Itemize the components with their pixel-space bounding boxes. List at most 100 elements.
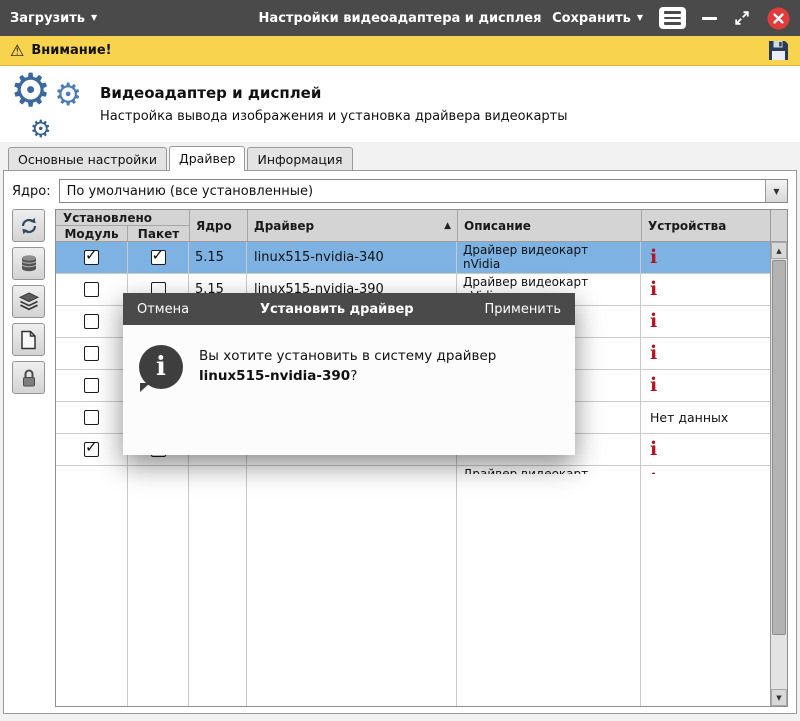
table-empty-area (56, 474, 770, 706)
tab-driver[interactable]: Драйвер (169, 146, 245, 171)
load-menu-label: Загрузить (10, 11, 85, 26)
minimize-button[interactable] (702, 17, 717, 20)
column-devices[interactable]: Устройства (642, 210, 770, 241)
device-info-icon[interactable]: i (650, 344, 657, 363)
column-module[interactable]: Модуль (56, 226, 128, 241)
layers-button[interactable] (12, 285, 45, 318)
table-header: Установлено Модуль Пакет Ядро Драйвер ▲ … (56, 210, 770, 242)
lock-icon (20, 368, 38, 388)
info-bubble-icon: i (139, 345, 183, 389)
chevron-down-icon: ▼ (765, 180, 787, 202)
scroll-up-button[interactable]: ▲ (771, 242, 787, 259)
devices-cell: i (641, 306, 770, 337)
page-title: Видеоадаптер и дисплей (100, 84, 568, 102)
tab-information[interactable]: Информация (247, 147, 352, 170)
app-window: Настройки видеоадаптера и дисплея Загруз… (0, 0, 800, 721)
column-description[interactable]: Описание (458, 210, 642, 241)
document-button[interactable] (12, 323, 45, 356)
device-info-icon[interactable]: i (650, 312, 657, 331)
save-menu-button[interactable]: Сохранить ▼ (552, 11, 643, 26)
scrollbar-header-cap (771, 210, 787, 242)
module-checkbox[interactable] (84, 442, 99, 457)
floppy-disk-icon (767, 39, 790, 62)
column-driver[interactable]: Драйвер ▲ (248, 210, 458, 241)
package-checkbox[interactable] (151, 250, 166, 265)
scrollbar-track[interactable] (771, 636, 787, 689)
devices-cell: i (641, 242, 770, 273)
refresh-icon (19, 216, 39, 236)
description-cell: Драйвер видеокарт nVidia (457, 466, 641, 474)
gears-icon: ⚙ ⚙ ⚙ (10, 71, 84, 137)
save-changes-button[interactable] (767, 39, 790, 62)
kernel-select-label: Ядро: (12, 184, 51, 199)
module-checkbox[interactable] (84, 250, 99, 265)
page-header: ⚙ ⚙ ⚙ Видеоадаптер и дисплей Настройка в… (0, 66, 800, 142)
side-toolbar (12, 209, 46, 707)
driver-cell: linux61-nvidia-390 (247, 466, 457, 474)
devices-cell: i (641, 274, 770, 305)
devices-cell: i (641, 466, 770, 474)
sort-ascending-icon: ▲ (444, 221, 451, 231)
dialog-message: Вы хотите установить в систему драйвер l… (199, 345, 551, 435)
module-checkbox[interactable] (84, 282, 99, 297)
warning-bar: ⚠ Внимание! (0, 36, 800, 66)
tab-bar: Основные настройки Драйвер Информация (0, 146, 800, 170)
devices-cell: i (641, 338, 770, 369)
dialog-cancel-button[interactable]: Отмена (137, 302, 189, 317)
dialog-header: Отмена Установить драйвер Применить (123, 293, 575, 325)
table-row[interactable]: 5.15 linux515-nvidia-340 Драйвер видеока… (56, 242, 770, 274)
device-info-icon[interactable]: i (650, 376, 657, 395)
kernel-cell: 6.1 (189, 466, 247, 474)
lock-button[interactable] (12, 361, 45, 394)
hamburger-menu-button[interactable] (659, 7, 686, 29)
close-button[interactable] (767, 7, 790, 30)
module-checkbox[interactable] (84, 314, 99, 329)
dialog-title: Установить драйвер (189, 302, 484, 317)
warning-text: Внимание! (31, 43, 111, 58)
devices-cell: i (641, 370, 770, 401)
install-driver-dialog: Отмена Установить драйвер Применить i Вы… (123, 293, 575, 455)
devices-cell: Нет данных (641, 402, 770, 433)
scroll-down-button[interactable]: ▼ (771, 689, 787, 706)
kernel-select-value: По умолчанию (все установленные) (67, 184, 313, 199)
drivers-table: Установлено Модуль Пакет Ядро Драйвер ▲ … (55, 209, 788, 707)
column-package[interactable]: Пакет (128, 226, 189, 241)
device-info-icon[interactable]: i (650, 248, 657, 267)
document-icon (20, 330, 37, 350)
vertical-scrollbar[interactable]: ▲ ▼ (770, 210, 787, 706)
module-checkbox[interactable] (84, 410, 99, 425)
save-menu-label: Сохранить (552, 11, 631, 26)
database-button[interactable] (12, 247, 45, 280)
chevron-down-icon: ▼ (637, 14, 643, 22)
dialog-body: i Вы хотите установить в систему драйвер… (123, 325, 575, 455)
maximize-button[interactable] (733, 9, 751, 27)
driver-cell: linux515-nvidia-340 (247, 242, 457, 273)
device-info-icon[interactable]: i (650, 280, 657, 299)
refresh-button[interactable] (12, 209, 45, 242)
module-checkbox[interactable] (84, 346, 99, 361)
hamburger-icon (664, 11, 681, 14)
close-icon (767, 7, 790, 30)
layers-icon (19, 292, 39, 311)
devices-cell: i (641, 434, 770, 465)
database-icon (20, 254, 38, 274)
module-checkbox[interactable] (84, 378, 99, 393)
titlebar: Настройки видеоадаптера и дисплея Загруз… (0, 0, 800, 36)
column-installed[interactable]: Установлено (56, 210, 189, 226)
scroll-down-icon: ▼ (776, 694, 781, 702)
description-cell: Драйвер видеокарт nVidia (457, 242, 641, 273)
scroll-up-icon: ▲ (776, 247, 781, 255)
scrollbar-thumb[interactable] (772, 260, 786, 635)
warning-icon: ⚠ (10, 43, 24, 59)
table-row[interactable]: 6.1 linux61-nvidia-390 Драйвер видеокарт… (56, 466, 770, 474)
load-menu-button[interactable]: Загрузить ▼ (10, 11, 97, 26)
tab-main-settings[interactable]: Основные настройки (8, 147, 167, 170)
kernel-select[interactable]: По умолчанию (все установленные) ▼ (59, 179, 788, 203)
dialog-apply-button[interactable]: Применить (485, 302, 561, 317)
chevron-down-icon: ▼ (91, 14, 97, 22)
page-subtitle: Настройка вывода изображения и установка… (100, 109, 568, 124)
column-kernel[interactable]: Ядро (190, 210, 248, 241)
device-info-icon[interactable]: i (650, 440, 657, 459)
expand-arrows-icon (733, 9, 751, 27)
kernel-cell: 5.15 (189, 242, 247, 273)
